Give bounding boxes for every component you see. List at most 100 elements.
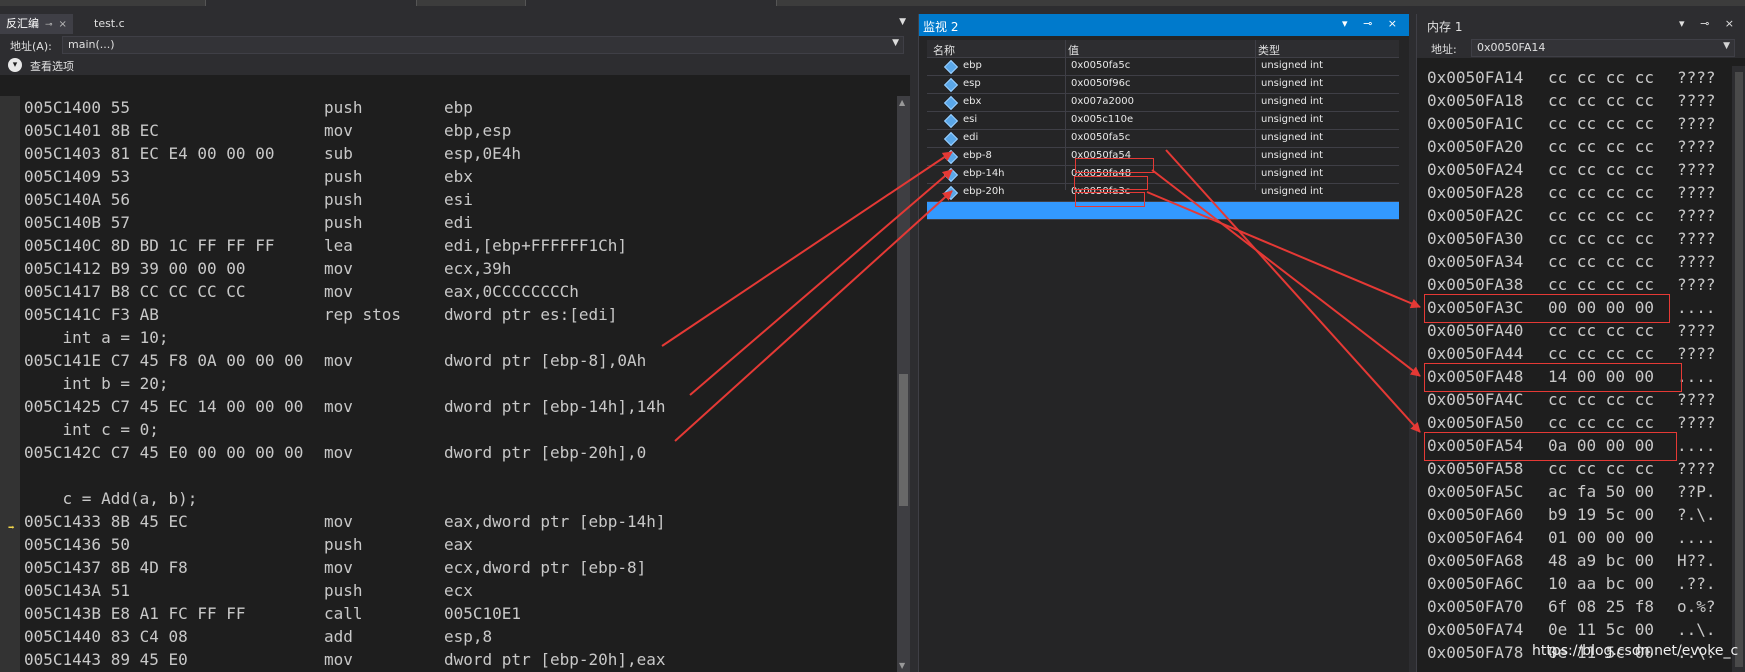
- watch-type: unsigned int: [1261, 132, 1324, 143]
- scrollbar-thumb[interactable]: [899, 374, 908, 506]
- instruction-mnemonic: mov: [324, 443, 353, 462]
- watch-value: 0x0050f96c: [1071, 78, 1131, 89]
- instruction-address: 005C141C F3 AB: [24, 305, 159, 324]
- instruction-mnemonic: push: [324, 535, 363, 554]
- instruction-operands: eax,dword ptr [ebp-14h]: [444, 512, 666, 531]
- memory-title-bar: 内存 1 ▾ ⊸ ×: [1417, 14, 1745, 36]
- breakpoint-gutter[interactable]: [0, 96, 20, 672]
- chevron-down-icon[interactable]: ▾: [8, 58, 22, 72]
- watch-name: ebp-8: [963, 150, 992, 161]
- memory-ascii: ????: [1677, 114, 1716, 133]
- code-view[interactable]: 005C1400 55 push ebp 005C1401 8B EC mov ebp,e…: [0, 96, 897, 672]
- memory-bytes: cc cc cc cc: [1548, 229, 1654, 248]
- scrollbar-thumb[interactable]: [1735, 72, 1743, 667]
- memory-bytes: b9 19 5c 00: [1548, 505, 1654, 524]
- highlight-box-ebp-20h: [1075, 192, 1145, 207]
- tab-list-dropdown-icon[interactable]: ▼: [899, 17, 906, 27]
- variable-cube-icon: [943, 95, 959, 111]
- column-header-name[interactable]: 名称: [933, 42, 955, 58]
- highlight-box-ebp-14h: [1074, 176, 1148, 190]
- instruction-mnemonic: mov: [324, 650, 353, 669]
- watch-name: ebp-20h: [963, 186, 1005, 197]
- memory-address-combo[interactable]: 0x0050FA14 ▼: [1471, 39, 1735, 57]
- address-label: 地址(A):: [10, 40, 52, 53]
- watch-row[interactable]: ebp-8 0x0050fa54 unsigned int: [927, 148, 1399, 166]
- instruction-operands: dword ptr es:[edi]: [444, 305, 618, 324]
- instruction-operands: ecx: [444, 581, 473, 600]
- memory-address: 0x0050FA28: [1427, 183, 1524, 202]
- watch-name: ebp-14h: [963, 168, 1005, 179]
- highlight-box-fa48: [1424, 363, 1682, 392]
- memory-bytes: 01 00 00 00: [1548, 528, 1654, 547]
- panel-tools-icon[interactable]: ▾ ⊸ ×: [1679, 17, 1740, 30]
- source-text: int b = 20;: [24, 374, 169, 393]
- instruction-mnemonic: push: [324, 98, 363, 117]
- memory-ascii: H??.: [1677, 551, 1716, 570]
- memory-bytes: 10 aa bc 00: [1548, 574, 1654, 593]
- column-divider[interactable]: [1255, 40, 1256, 190]
- watch-name: ebp: [963, 60, 982, 71]
- watch-title-bar: 监视 2 ▾ ⊸ ×: [919, 14, 1409, 36]
- address-value: main(...): [68, 38, 115, 51]
- memory-ascii: ??P.: [1677, 482, 1716, 501]
- tab-disassembly[interactable]: 反汇编 ⊸ ×: [0, 14, 73, 34]
- toolbar-combo[interactable]: [525, 0, 777, 6]
- watch-row[interactable]: esp 0x0050f96c unsigned int: [927, 76, 1399, 94]
- watch-new-entry-row[interactable]: [927, 202, 1399, 220]
- memory-scrollbar[interactable]: [1732, 66, 1745, 672]
- memory-bytes: cc cc cc cc: [1548, 206, 1654, 225]
- instruction-mnemonic: lea: [324, 236, 353, 255]
- column-header-type[interactable]: 类型: [1258, 42, 1280, 58]
- memory-ascii: ....: [1677, 436, 1716, 455]
- variable-cube-icon: [943, 167, 959, 183]
- instruction-mnemonic: add: [324, 627, 353, 646]
- watch-title: 监视 2: [923, 20, 959, 34]
- memory-bytes: cc cc cc cc: [1548, 137, 1654, 156]
- memory-panel: 内存 1 ▾ ⊸ × 地址: 0x0050FA14 ▼ 0x0050FA14 cc…: [1416, 14, 1745, 672]
- watch-header: 名称 值 类型: [927, 40, 1399, 58]
- watch-row[interactable]: ebx 0x007a2000 unsigned int: [927, 94, 1399, 112]
- top-toolbar-strip: [0, 0, 1745, 6]
- chevron-down-icon[interactable]: ▼: [892, 38, 899, 48]
- vertical-scrollbar[interactable]: ▲ ▼: [897, 96, 910, 672]
- memory-ascii: ????: [1677, 137, 1716, 156]
- close-icon[interactable]: ×: [59, 19, 67, 30]
- toolbar-combo[interactable]: [205, 0, 417, 6]
- instruction-mnemonic: mov: [324, 282, 353, 301]
- watermark: https://blog.csdn.net/evoke_c: [1532, 643, 1739, 659]
- address-combo[interactable]: main(...) ▼: [62, 36, 904, 54]
- memory-address: 0x0050FA1C: [1427, 114, 1524, 133]
- memory-ascii: ????: [1677, 206, 1716, 225]
- memory-ascii: ..\.: [1677, 620, 1716, 639]
- pin-icon[interactable]: ⊸: [45, 20, 53, 30]
- instruction-address: 005C143A 51: [24, 581, 130, 600]
- memory-address: 0x0050FA2C: [1427, 206, 1524, 225]
- watch-row[interactable]: esi 0x005c110e unsigned int: [927, 112, 1399, 130]
- panel-tools-icon[interactable]: ▾ ⊸ ×: [1342, 17, 1403, 30]
- watch-row[interactable]: ebp 0x0050fa5c unsigned int: [927, 58, 1399, 76]
- current-instruction-arrow-icon: ➡: [8, 521, 15, 534]
- watch-type: unsigned int: [1261, 186, 1324, 197]
- instruction-address: 005C1433 8B 45 EC: [24, 512, 188, 531]
- watch-row[interactable]: ebp-20h 0x0050fa3c unsigned int: [927, 184, 1399, 202]
- tab-test-c[interactable]: test.c: [88, 14, 131, 34]
- instruction-operands: dword ptr [ebp-8],0Ah: [444, 351, 647, 370]
- scroll-up-icon[interactable]: ▲: [899, 98, 905, 107]
- column-header-value[interactable]: 值: [1068, 42, 1079, 58]
- chevron-down-icon[interactable]: ▼: [1723, 41, 1730, 51]
- instruction-address: 005C1417 B8 CC CC CC CC: [24, 282, 246, 301]
- instruction-operands: ecx,39h: [444, 259, 512, 278]
- watch-row[interactable]: ebp-14h 0x0050fa48 unsigned int: [927, 166, 1399, 184]
- memory-ascii: ????: [1677, 68, 1716, 87]
- instruction-mnemonic: mov: [324, 121, 353, 140]
- memory-ascii: .??.: [1677, 574, 1716, 593]
- column-divider[interactable]: [1065, 40, 1066, 190]
- instruction-address: 005C1436 50: [24, 535, 130, 554]
- watch-row[interactable]: edi 0x0050fa5c unsigned int: [927, 130, 1399, 148]
- watch-value: 0x0050fa5c: [1071, 60, 1131, 71]
- view-options[interactable]: ▾ 查看选项: [0, 55, 910, 75]
- instruction-address: 005C1400 55: [24, 98, 130, 117]
- scroll-down-icon[interactable]: ▼: [899, 661, 905, 670]
- tab-disassembly-label: 反汇编: [6, 17, 39, 30]
- instruction-address: 005C1409 53: [24, 167, 130, 186]
